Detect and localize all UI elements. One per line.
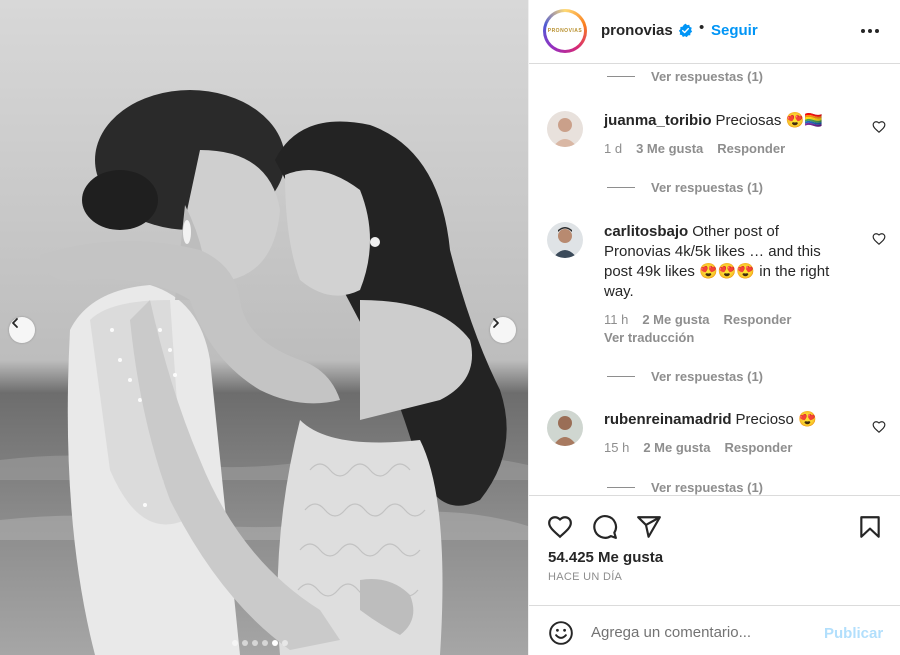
avatar-image — [547, 111, 583, 147]
comments-list[interactable]: Ver respuestas (1) juanma_toribio Precios… — [529, 65, 900, 495]
brand-logo: PRONOVIAS — [546, 12, 584, 50]
replies-divider-line — [607, 487, 635, 488]
carousel-indicator — [232, 640, 288, 646]
view-replies-button[interactable]: Ver respuestas (1) — [607, 180, 763, 195]
chevron-right-icon — [493, 318, 499, 328]
post-header: PRONOVIAS pronovias • Seguir — [529, 0, 900, 64]
comment-username[interactable]: rubenreinamadrid — [604, 411, 732, 428]
carousel-dot — [282, 640, 288, 646]
bookmark-icon[interactable] — [857, 514, 883, 540]
heart-icon[interactable] — [872, 120, 886, 134]
follow-button[interactable]: Seguir — [711, 22, 758, 39]
comment-text: carlitosbajo Other post of Pronovias 4k/5… — [604, 222, 836, 302]
carousel-dot — [262, 640, 268, 646]
see-translation-button[interactable]: Ver traducción — [604, 330, 694, 345]
replies-divider-line — [607, 187, 635, 188]
post-side-panel: PRONOVIAS pronovias • Seguir Ver respues… — [528, 0, 900, 655]
view-replies-label: Ver respuestas (1) — [651, 69, 764, 84]
replies-divider-line — [607, 376, 635, 377]
commenter-avatar[interactable] — [547, 410, 583, 446]
comment-icon[interactable] — [592, 514, 618, 540]
publish-button[interactable]: Publicar — [824, 625, 883, 642]
comment-username[interactable]: carlitosbajo — [604, 223, 688, 240]
comment-meta: 15 h 2 Me gusta Responder — [604, 440, 806, 455]
comment-meta: 1 d 3 Me gusta Responder — [604, 141, 799, 156]
comment-input[interactable] — [591, 622, 811, 642]
replies-divider-line — [607, 76, 635, 77]
verified-badge-icon — [678, 23, 693, 38]
carousel-prev-button[interactable] — [9, 317, 35, 343]
reply-button[interactable]: Responder — [717, 141, 785, 156]
comment-text: rubenreinamadrid Precioso 😍 — [604, 410, 836, 430]
view-replies-label: Ver respuestas (1) — [651, 369, 764, 384]
comment-time[interactable]: 11 h — [604, 312, 628, 327]
add-comment-bar: Publicar — [529, 605, 900, 655]
avatar-image — [547, 222, 583, 258]
comment-time[interactable]: 1 d — [604, 141, 622, 156]
heart-icon[interactable] — [872, 420, 886, 434]
chevron-left-icon — [12, 318, 18, 328]
carousel-next-button[interactable] — [490, 317, 516, 343]
wedding-couple-photo — [0, 0, 528, 655]
commenter-avatar[interactable] — [547, 111, 583, 147]
username-link[interactable]: pronovias — [601, 22, 673, 39]
reply-button[interactable]: Responder — [725, 440, 793, 455]
reply-button[interactable]: Responder — [724, 312, 792, 327]
share-icon[interactable] — [636, 514, 662, 540]
post-photo[interactable] — [0, 0, 528, 655]
emoji-icon[interactable] — [548, 620, 574, 646]
comment-likes[interactable]: 3 Me gusta — [636, 141, 703, 156]
heart-icon[interactable] — [872, 232, 886, 246]
view-replies-button[interactable]: Ver respuestas (1) — [607, 480, 763, 495]
header-separator: • — [699, 19, 705, 36]
view-replies-label: Ver respuestas (1) — [651, 180, 764, 195]
more-options-button[interactable] — [859, 20, 881, 42]
comment-likes[interactable]: 2 Me gusta — [643, 440, 710, 455]
more-options-icon — [861, 29, 879, 33]
comment-time[interactable]: 15 h — [604, 440, 629, 455]
carousel-dot — [232, 640, 238, 646]
comment-content: Preciosas 😍🏳️‍🌈 — [715, 112, 823, 129]
post-actions: 54.425 Me gusta HACE UN DÍA — [529, 495, 900, 605]
view-replies-button[interactable]: Ver respuestas (1) — [607, 69, 763, 84]
carousel-dot — [242, 640, 248, 646]
carousel-dot — [272, 640, 278, 646]
commenter-avatar[interactable] — [547, 222, 583, 258]
comment-text: juanma_toribio Preciosas 😍🏳️‍🌈 — [604, 111, 836, 131]
carousel-dot — [252, 640, 258, 646]
view-replies-button[interactable]: Ver respuestas (1) — [607, 369, 763, 384]
comment-username[interactable]: juanma_toribio — [604, 112, 712, 129]
post-date[interactable]: HACE UN DÍA — [548, 571, 622, 583]
heart-icon[interactable] — [547, 514, 573, 540]
likes-count[interactable]: 54.425 Me gusta — [548, 549, 663, 566]
avatar[interactable]: PRONOVIAS — [543, 9, 587, 53]
comment-likes[interactable]: 2 Me gusta — [642, 312, 709, 327]
comment-content: Precioso 😍 — [735, 411, 817, 428]
comment-meta: 11 h 2 Me gusta Responder — [604, 312, 805, 327]
avatar-image — [547, 410, 583, 446]
view-replies-label: Ver respuestas (1) — [651, 480, 764, 495]
